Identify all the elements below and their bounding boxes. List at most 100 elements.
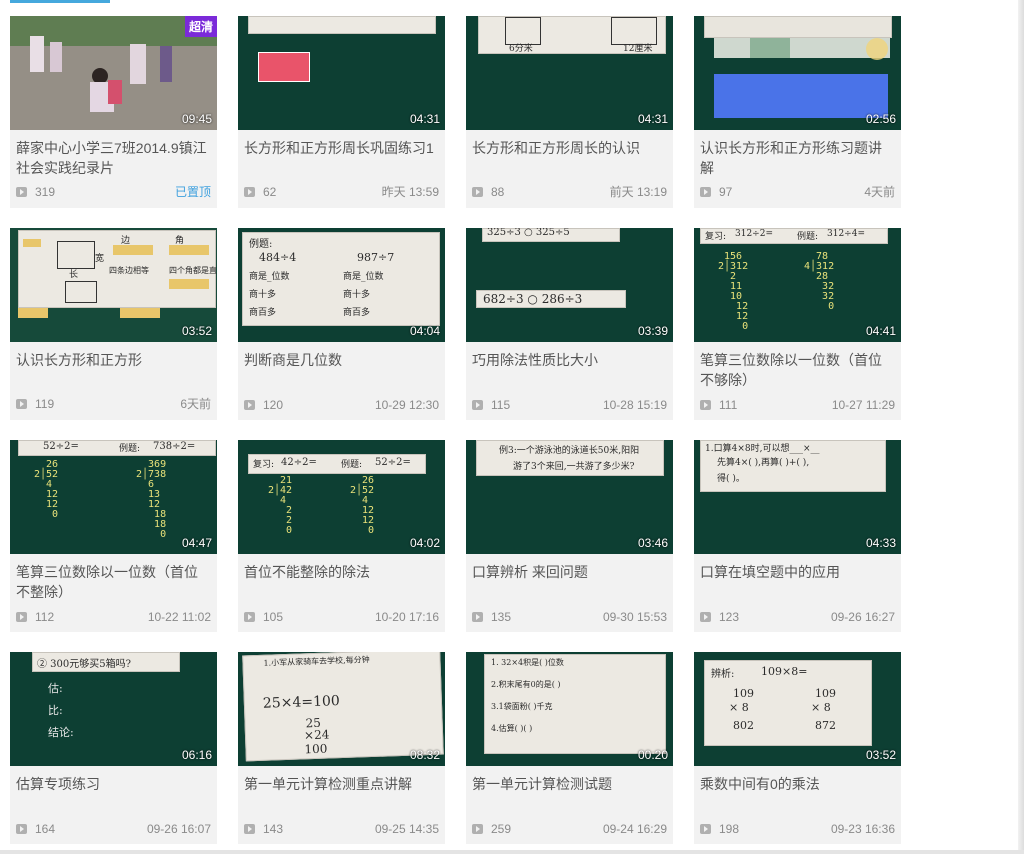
thumbnail-paper: 1.小军从家骑车去学校,每分钟 25×4=100 25 ×24 100 [242, 652, 444, 762]
video-duration: 04:31 [637, 112, 668, 126]
upload-date: 09-30 15:53 [602, 610, 667, 624]
thumbnail-label: 6分米 [509, 44, 533, 54]
video-card[interactable]: 52÷2= 例题: 738÷2= 26 2│52 4 12 12 0 369 2│7… [10, 440, 217, 632]
video-thumbnail[interactable]: 例题: 484÷4 987÷7 商是_位数 商是_位数 商十多 商十多 商百多 … [238, 228, 445, 342]
video-card[interactable]: 6分米 12厘米 04:31 长方形和正方形周长的认识 88 前天 13:19 [466, 16, 673, 208]
video-meta: 259 09-24 16:29 [472, 822, 667, 836]
video-thumbnail[interactable]: 边 角 长 宽 四条边相等 四个角都是直角 03:52 [10, 228, 217, 342]
video-meta: 105 10-20 17:16 [244, 610, 439, 624]
video-thumbnail[interactable]: 325÷3 ○ 325÷5 682÷3 ○ 286÷3 03:39 [466, 228, 673, 342]
video-card[interactable]: 边 角 长 宽 四条边相等 四个角都是直角 03:52 认识长方形和正方形 11… [10, 228, 217, 420]
play-count-icon [244, 186, 255, 197]
video-thumbnail[interactable]: 复习: 42÷2= 例题: 52÷2= 21 2│42 4 2 2 0 26 2│5… [238, 440, 445, 554]
video-card[interactable]: 复习: 312÷2= 例题: 312÷4= 156 2│312 2 11 10 1… [694, 228, 901, 420]
video-thumbnail[interactable]: 1.小军从家骑车去学校,每分钟 25×4=100 25 ×24 100 08:3… [238, 652, 445, 766]
video-duration: 09:45 [181, 112, 212, 126]
thumbnail-label: 52÷2= [43, 441, 79, 452]
video-title[interactable]: 笔算三位数除以一位数（首位不够除） [700, 350, 895, 390]
thumbnail-label: 估: [48, 682, 63, 695]
video-thumbnail[interactable]: ② 300元够买5箱吗? 估: 比: 结论: 06:16 [10, 652, 217, 766]
play-count-icon [700, 186, 711, 197]
upload-date: 10-22 11:02 [147, 610, 211, 624]
video-title[interactable]: 长方形和正方形周长巩固练习1 [244, 138, 439, 178]
video-meta: 88 前天 13:19 [472, 183, 667, 200]
play-count-icon [700, 612, 711, 622]
video-meta: 164 09-26 16:07 [16, 822, 211, 836]
video-thumbnail[interactable]: 辨析: 109×8= 109 × 8 802 109 × 8 872 03:52 [694, 652, 901, 766]
video-card[interactable]: 辨析: 109×8= 109 × 8 802 109 × 8 872 03:52… [694, 652, 901, 844]
video-title[interactable]: 长方形和正方形周长的认识 [472, 138, 667, 178]
video-title[interactable]: 乘数中间有0的乘法 [700, 774, 895, 814]
thumbnail-label: ×24 [303, 727, 330, 743]
view-count: 119 [35, 396, 55, 411]
thumbnail-label: ② 300元够买5箱吗? [37, 659, 131, 670]
video-thumbnail[interactable]: 1. 32×4积是( )位数 2.积末尾有0的是( ) 3.1袋面粉( )千克 … [466, 652, 673, 766]
video-duration: 04:04 [409, 324, 440, 338]
top-accent-bar [10, 0, 110, 3]
video-thumbnail[interactable]: 复习: 312÷2= 例题: 312÷4= 156 2│312 2 11 10 1… [694, 228, 901, 342]
video-title[interactable]: 估算专项练习 [16, 774, 211, 814]
video-title[interactable]: 笔算三位数除以一位数（首位不整除） [16, 562, 211, 602]
upload-date: 09-26 16:27 [830, 610, 895, 624]
thumbnail-chalk: 369 2│738 6 13 12 18 18 0 [136, 459, 167, 540]
video-card[interactable]: 02:56 认识长方形和正方形练习题讲解 97 4天前 [694, 16, 901, 208]
video-title[interactable]: 第一单元计算检测重点讲解 [244, 774, 439, 814]
video-title[interactable]: 口算在填空题中的应用 [700, 562, 895, 602]
view-count: 135 [491, 610, 512, 624]
video-card[interactable]: 325÷3 ○ 325÷5 682÷3 ○ 286÷3 03:39 巧用除法性质… [466, 228, 673, 420]
video-duration: 03:52 [865, 748, 896, 762]
thumbnail-paper: 1. 32×4积是( )位数 2.积末尾有0的是( ) 3.1袋面粉( )千克 … [484, 654, 666, 754]
video-card[interactable]: 复习: 42÷2= 例题: 52÷2= 21 2│42 4 2 2 0 26 2│5… [238, 440, 445, 632]
thumbnail-paper: 325÷3 ○ 325÷5 [482, 228, 620, 242]
video-thumbnail[interactable]: 04:31 [238, 16, 445, 130]
video-thumbnail[interactable]: 例3:一个游泳池的泳道长50米,阳阳 游了3个来回,一共游了多少米? 03:46 [466, 440, 673, 554]
thumbnail-label: × 8 [729, 701, 749, 714]
thumbnail-paper: 边 角 长 宽 四条边相等 四个角都是直角 [18, 230, 217, 308]
video-card[interactable]: 1. 32×4积是( )位数 2.积末尾有0的是( ) 3.1袋面粉( )千克 … [466, 652, 673, 844]
thumbnail-label: 商是_位数 [343, 272, 384, 282]
video-title[interactable]: 判断商是几位数 [244, 350, 439, 390]
thumbnail-paper: ② 300元够买5箱吗? [32, 652, 180, 672]
video-card[interactable]: 04:31 长方形和正方形周长巩固练习1 62 昨天 13:59 [238, 16, 445, 208]
video-duration: 03:39 [637, 324, 668, 338]
video-thumbnail[interactable]: 02:56 [694, 16, 901, 130]
video-title[interactable]: 口算辨析 来回问题 [472, 562, 667, 602]
thumbnail-cursor [866, 38, 888, 60]
thumbnail-label: 商十多 [249, 290, 277, 300]
view-count: 259 [491, 822, 512, 836]
thumbnail-label: 商百多 [249, 308, 277, 318]
video-title[interactable]: 薛家中心小学三7班2014.9镇江社会实践纪录片 [16, 138, 211, 178]
video-duration: 03:52 [181, 324, 212, 338]
thumbnail-label: 3.1袋面粉( )千克 [491, 702, 553, 711]
video-title[interactable]: 首位不能整除的除法 [244, 562, 439, 602]
video-thumbnail[interactable]: 超清 09:45 [10, 16, 217, 130]
video-title[interactable]: 第一单元计算检测试题 [472, 774, 667, 814]
video-card[interactable]: 1.小军从家骑车去学校,每分钟 25×4=100 25 ×24 100 08:3… [238, 652, 445, 844]
video-title[interactable]: 认识长方形和正方形 [16, 350, 211, 390]
play-count-icon [244, 400, 255, 410]
play-count-icon [700, 824, 711, 834]
thumbnail-chalk: 156 2│312 2 11 10 12 12 0 [718, 251, 749, 332]
thumbnail-chalk: 78 4│312 28 32 32 0 [804, 251, 835, 312]
thumbnail-label: 例3:一个游泳池的泳道长50米,阳阳 [499, 446, 640, 456]
video-title[interactable]: 认识长方形和正方形练习题讲解 [700, 138, 895, 178]
thumbnail-label: 12厘米 [623, 44, 653, 54]
video-card[interactable]: 超清 09:45 薛家中心小学三7班2014.9镇江社会实践纪录片 319 已置… [10, 16, 217, 208]
video-thumbnail[interactable]: 6分米 12厘米 04:31 [466, 16, 673, 130]
video-thumbnail[interactable]: 52÷2= 例题: 738÷2= 26 2│52 4 12 12 0 369 2│7… [10, 440, 217, 554]
video-title[interactable]: 巧用除法性质比大小 [472, 350, 667, 390]
thumbnail-label: 例题: [119, 444, 141, 454]
upload-date: 09-23 16:36 [830, 822, 895, 836]
video-card[interactable]: 1.口算4×8时,可以想___×__ 先算4×( ),再算( )+( ), 得(… [694, 440, 901, 632]
video-meta: 123 09-26 16:27 [700, 610, 895, 624]
video-card[interactable]: 例3:一个游泳池的泳道长50米,阳阳 游了3个来回,一共游了多少米? 03:46… [466, 440, 673, 632]
video-card[interactable]: ② 300元够买5箱吗? 估: 比: 结论: 06:16 估算专项练习 164 … [10, 652, 217, 844]
video-thumbnail[interactable]: 1.口算4×8时,可以想___×__ 先算4×( ),再算( )+( ), 得(… [694, 440, 901, 554]
thumbnail-paper: 例3:一个游泳池的泳道长50米,阳阳 游了3个来回,一共游了多少米? [476, 440, 664, 476]
video-duration: 04:47 [181, 536, 212, 550]
thumbnail-label: 辨析: [711, 669, 735, 680]
video-card[interactable]: 例题: 484÷4 987÷7 商是_位数 商是_位数 商十多 商十多 商百多 … [238, 228, 445, 420]
video-duration: 02:56 [865, 112, 896, 126]
thumbnail-label: 例题: [797, 232, 819, 242]
play-count-icon [244, 612, 255, 622]
